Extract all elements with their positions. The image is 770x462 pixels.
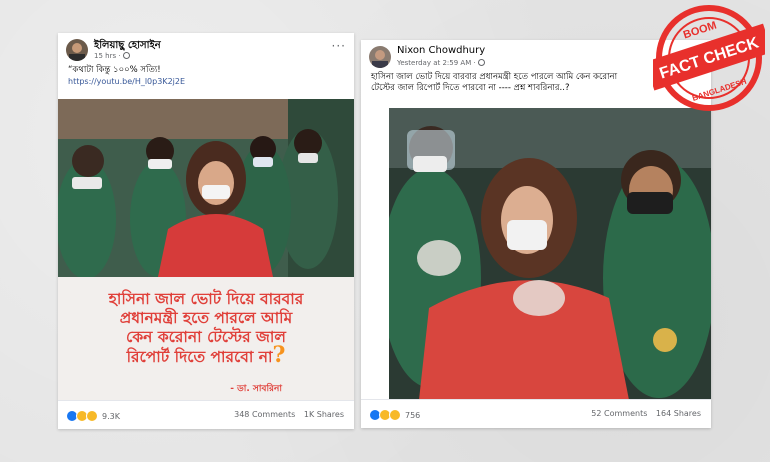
avatar[interactable] (66, 39, 88, 61)
image-quote: হাসিনা জাল ভোট দিয়ে বারবার প্রধানমন্ত্র… (58, 289, 354, 366)
post-image[interactable]: হাসিনা জাল ভোট দিয়ে বারবার প্রধানমন্ত্র… (58, 99, 354, 401)
avatar[interactable] (369, 46, 391, 68)
reaction-count: 9.3K (102, 411, 120, 421)
quote-line-3: কেন করোনা টেস্টের জাল (126, 327, 286, 346)
badge-top-text: BOOM (682, 19, 718, 41)
post-link[interactable]: https://youtu.be/H_l0p3K2j2E (58, 76, 354, 87)
post-time[interactable]: 15 hrs · (94, 52, 130, 60)
more-options-icon[interactable]: ··· (332, 39, 346, 53)
globe-icon (477, 59, 485, 66)
post-image[interactable] (389, 108, 711, 400)
reactions[interactable]: 756 (369, 409, 420, 421)
wow-icon (86, 410, 98, 422)
reactions[interactable]: 9.3K (66, 410, 120, 422)
quote-line-2: প্রধানমন্ত্রী হতে পারলে আমি (119, 308, 293, 327)
boom-fact-check-badge: FACT CHECK BOOM BANGLADESH (645, 2, 770, 114)
shares-count[interactable]: 164 Shares (656, 409, 701, 418)
post-footer: 9.3K 348 Comments 1K Shares (58, 400, 354, 429)
globe-icon (122, 52, 130, 59)
wow-icon (389, 409, 401, 421)
facebook-post-1: ইলিয়াছু হোসাইন 15 hrs · ··· “কথাটা কিন্… (58, 33, 354, 429)
author-name[interactable]: Nixon Chowdhury (397, 45, 485, 56)
comments-count[interactable]: 52 Comments (591, 409, 647, 418)
post-stats: 348 Comments 1K Shares (228, 410, 344, 419)
quote-line-4: রিপোর্ট দিতে পারবো না (126, 347, 273, 366)
quote-line-1: হাসিনা জাল ভোট দিয়ে বারবার (108, 289, 304, 308)
post-caption: “কথাটা কিন্তু ১০০% সত্যি! (68, 65, 161, 75)
comments-count[interactable]: 348 Comments (234, 410, 295, 419)
shares-count[interactable]: 1K Shares (304, 410, 344, 419)
reaction-count: 756 (405, 410, 421, 420)
post-time[interactable]: Yesterday at 2:59 AM · (397, 59, 485, 67)
post-stats: 52 Comments 164 Shares (585, 409, 701, 418)
post-footer: 756 52 Comments 164 Shares (361, 399, 711, 428)
question-mark: ? (272, 342, 286, 368)
quote-signature: - ডা. সাবরিনা (230, 384, 282, 394)
post-header: ইলিয়াছু হোসাইন 15 hrs · ··· (58, 33, 354, 65)
